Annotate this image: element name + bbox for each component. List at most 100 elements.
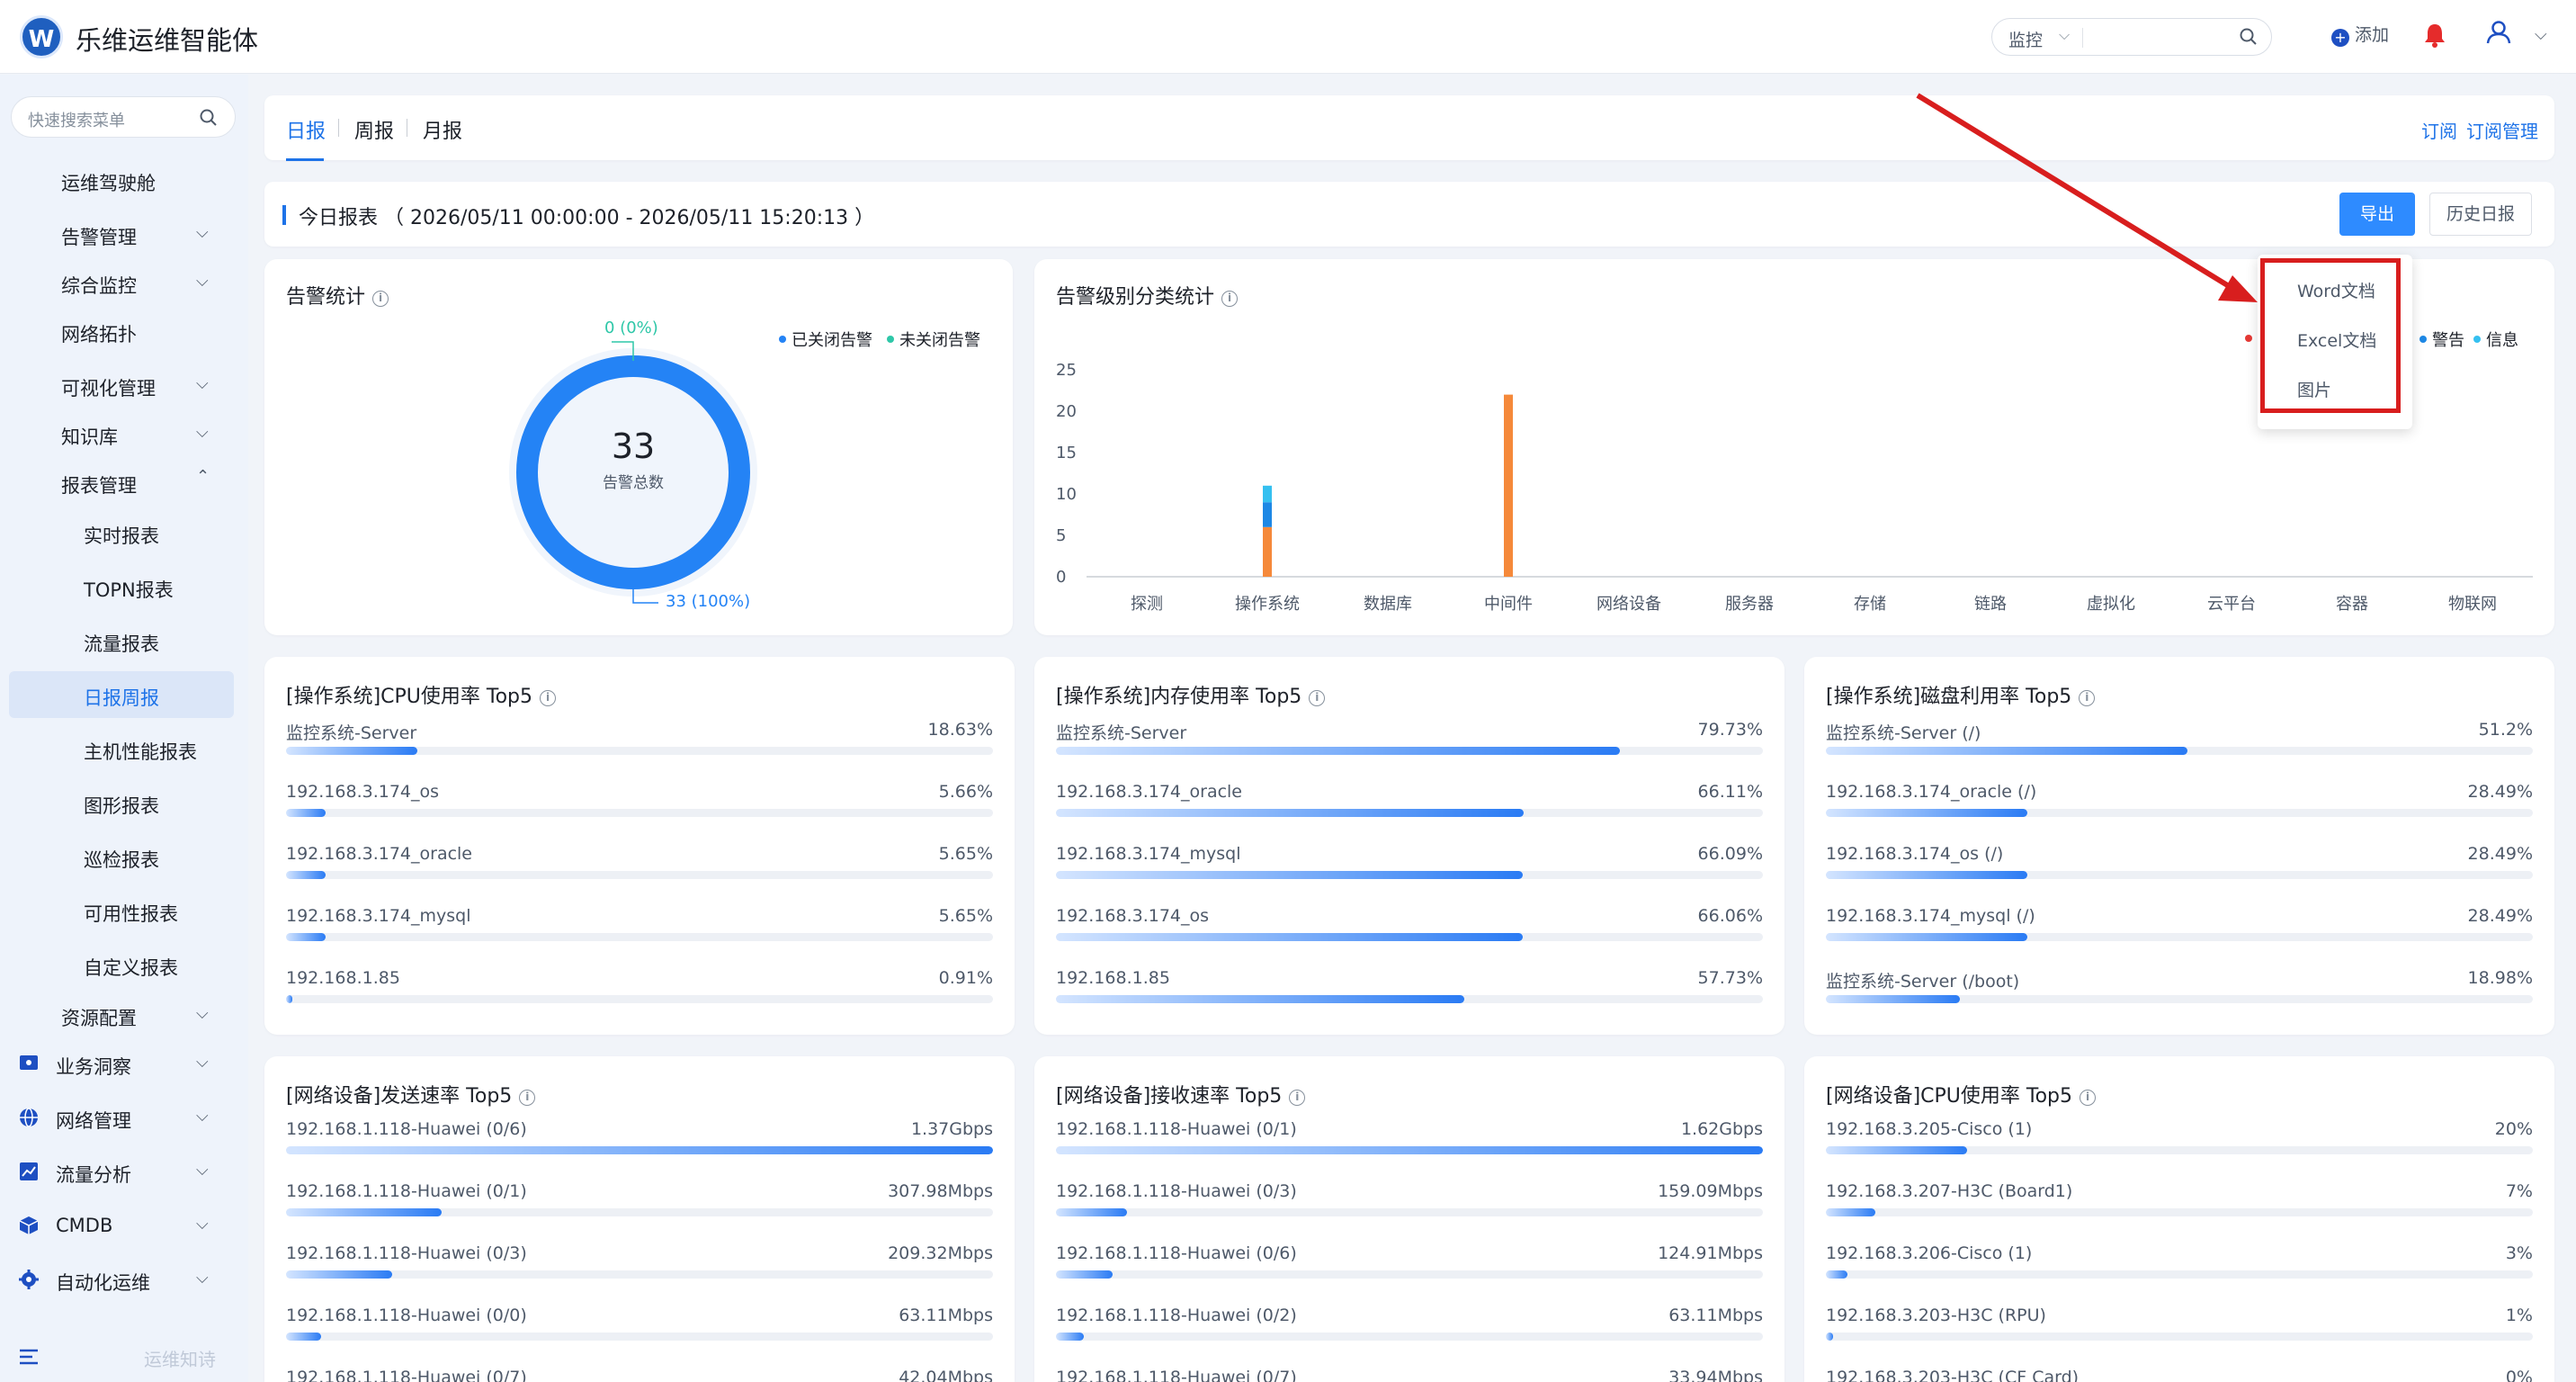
top5-progress-fill [286, 1146, 993, 1154]
y-tick-label: 5 [1056, 526, 1066, 545]
top5-row-name: 192.168.3.174_oracle [286, 844, 472, 864]
chevron-down-icon[interactable]: ⌵ [196, 1004, 209, 1023]
top5-progress-fill [1056, 1270, 1113, 1279]
sidebar-item-graph-report[interactable]: 图形报表 [84, 792, 159, 819]
tab-daily[interactable]: 日报 [286, 115, 326, 144]
bell-icon[interactable] [2423, 22, 2446, 49]
top5-row-name: 监控系统-Server (/) [1826, 723, 1981, 743]
tab-monthly[interactable]: 月报 [423, 115, 462, 144]
global-search[interactable]: 监控 ⌵ [1991, 18, 2272, 56]
top5-row-name: 监控系统-Server [1056, 723, 1187, 743]
sidebar-item-custom-report[interactable]: 自定义报表 [84, 954, 178, 981]
chevron-down-icon[interactable]: ⌵ [196, 1269, 209, 1288]
active-tab-underline [286, 158, 324, 161]
sidebar-item-inspection-report[interactable]: 巡检报表 [84, 846, 159, 873]
chevron-down-icon[interactable]: ⌵ [196, 423, 209, 442]
x-tick-label: 存储 [1854, 595, 1886, 614]
add-label: 添加 [2355, 25, 2390, 45]
search-icon[interactable] [199, 108, 219, 128]
top5-progress-fill [286, 871, 326, 879]
top5-progress-fill [1056, 995, 1464, 1003]
sidebar-item-host-perf-report[interactable]: 主机性能报表 [84, 738, 197, 765]
chevron-down-icon[interactable]: ⌵ [196, 272, 209, 291]
chevron-down-icon[interactable]: ⌵ [2535, 25, 2547, 44]
top5-card: [网络设备]发送速率 Top5 i 192.168.1.118-Huawei (0/… [264, 1056, 1015, 1382]
sidebar-item-monitor[interactable]: 综合监控 [61, 272, 137, 299]
legend-closed[interactable]: 已关闭告警 [779, 328, 872, 351]
subscribe-link[interactable]: 订阅 [2421, 117, 2457, 143]
globe-icon [20, 1108, 38, 1127]
bar-segment[interactable] [1504, 394, 1513, 577]
top5-progress-fill [1056, 1333, 1085, 1341]
chevron-down-icon[interactable]: ⌵ [196, 1053, 209, 1072]
top5-row-value: 20% [2494, 1119, 2533, 1139]
chevron-down-icon[interactable]: ⌵ [196, 1215, 209, 1234]
top5-progress-track [286, 871, 993, 879]
info-icon[interactable]: i [372, 291, 389, 307]
export-button[interactable]: 导出 [2339, 193, 2415, 236]
info-icon[interactable]: i [540, 690, 557, 706]
search-icon[interactable] [2239, 27, 2258, 47]
chevron-down-icon[interactable]: ⌵ [196, 223, 209, 242]
top5-progress-track [1056, 995, 1763, 1003]
top5-progress-fill [286, 1208, 442, 1216]
chevron-down-icon[interactable]: ⌵ [196, 1161, 209, 1180]
top5-progress-track [1826, 995, 2533, 1003]
info-icon[interactable]: i [1309, 690, 1326, 706]
sidebar-item-ops-cockpit[interactable]: 运维驾驶舱 [61, 169, 156, 196]
bar-segment[interactable] [1263, 502, 1272, 527]
sidebar-item-alarm-mgmt[interactable]: 告警管理 [61, 223, 137, 250]
menu-icon[interactable] [18, 1347, 41, 1367]
user-avatar-icon[interactable] [2484, 18, 2513, 47]
top5-row-value: 28.49% [2467, 782, 2533, 802]
chevron-down-icon[interactable]: ⌵ [196, 1107, 209, 1126]
top5-row-value: 0.91% [938, 968, 993, 988]
sidebar-item-automation[interactable]: 自动化运维 [56, 1269, 150, 1296]
bar-segment[interactable] [1263, 485, 1272, 503]
top5-progress-track [1056, 1146, 1763, 1154]
top5-progress-fill [1056, 933, 1524, 941]
top5-progress-fill [1826, 1333, 1833, 1341]
sidebar-item-knowledge[interactable]: 知识库 [61, 423, 118, 450]
bar-segment[interactable] [1263, 526, 1272, 577]
history-report-button[interactable]: 历史日报 [2429, 193, 2532, 236]
tab-weekly[interactable]: 周报 [354, 115, 394, 144]
legend-open[interactable]: 未关闭告警 [887, 328, 980, 351]
top5-row-name: 192.168.1.118-Huawei (0/2) [1056, 1306, 1297, 1325]
info-icon[interactable]: i [2080, 1090, 2097, 1106]
sidebar-item-realtime-report[interactable]: 实时报表 [84, 522, 159, 549]
sidebar-item-resource-config[interactable]: 资源配置 [61, 1004, 137, 1031]
sidebar-item-business-insight[interactable]: 业务洞察 [56, 1053, 131, 1080]
top5-progress-fill [1826, 933, 2027, 941]
info-icon[interactable]: i [519, 1090, 536, 1106]
y-tick-label: 0 [1056, 568, 1066, 587]
menu-search-input[interactable]: 快速搜索菜单 [11, 96, 236, 138]
sidebar-item-network-mgmt[interactable]: 网络管理 [56, 1107, 131, 1134]
add-button[interactable]: + 添加 [2331, 22, 2389, 47]
sidebar-item-cmdb[interactable]: CMDB [56, 1215, 112, 1236]
info-icon[interactable]: i [1289, 1090, 1306, 1106]
top5-progress-track [1826, 1146, 2533, 1154]
top5-row-name: 192.168.3.206-Cisco (1) [1826, 1243, 2033, 1263]
top5-progress-fill [286, 747, 418, 755]
chevron-down-icon[interactable]: ⌵ [2059, 26, 2070, 44]
sidebar-item-report-mgmt[interactable]: 报表管理 [61, 471, 137, 498]
sidebar-item-traffic-analysis[interactable]: 流量分析 [56, 1161, 131, 1188]
sidebar-item-topology[interactable]: 网络拓扑 [61, 320, 137, 347]
top5-row-value: 63.11Mbps [1668, 1306, 1763, 1325]
sidebar-item-availability-report[interactable]: 可用性报表 [84, 900, 178, 927]
sidebar-item-visualization[interactable]: 可视化管理 [61, 374, 156, 401]
top5-row-name: 192.168.3.174_oracle [1056, 782, 1242, 802]
top5-row-name: 192.168.1.118-Huawei (0/1) [1056, 1119, 1297, 1139]
sidebar-item-daily-weekly[interactable]: 日报周报 [84, 684, 159, 711]
report-range-text: 今日报表 （ 2026/05/11 00:00:00 - 2026/05/11 … [299, 207, 875, 229]
info-icon[interactable]: i [2079, 690, 2096, 706]
sidebar-item-traffic-report[interactable]: 流量报表 [84, 630, 159, 657]
x-tick-label: 网络设备 [1597, 595, 1661, 614]
search-scope-select[interactable]: 监控 [2008, 27, 2043, 51]
chevron-down-icon[interactable]: ⌵ [196, 374, 209, 393]
chevron-up-icon[interactable]: ⌃ [196, 467, 210, 486]
subscribe-manage-link[interactable]: 订阅管理 [2466, 117, 2538, 143]
sidebar-item-topn-report[interactable]: TOPN报表 [84, 576, 174, 603]
top5-row-value: 42.04Mbps [899, 1368, 993, 1382]
